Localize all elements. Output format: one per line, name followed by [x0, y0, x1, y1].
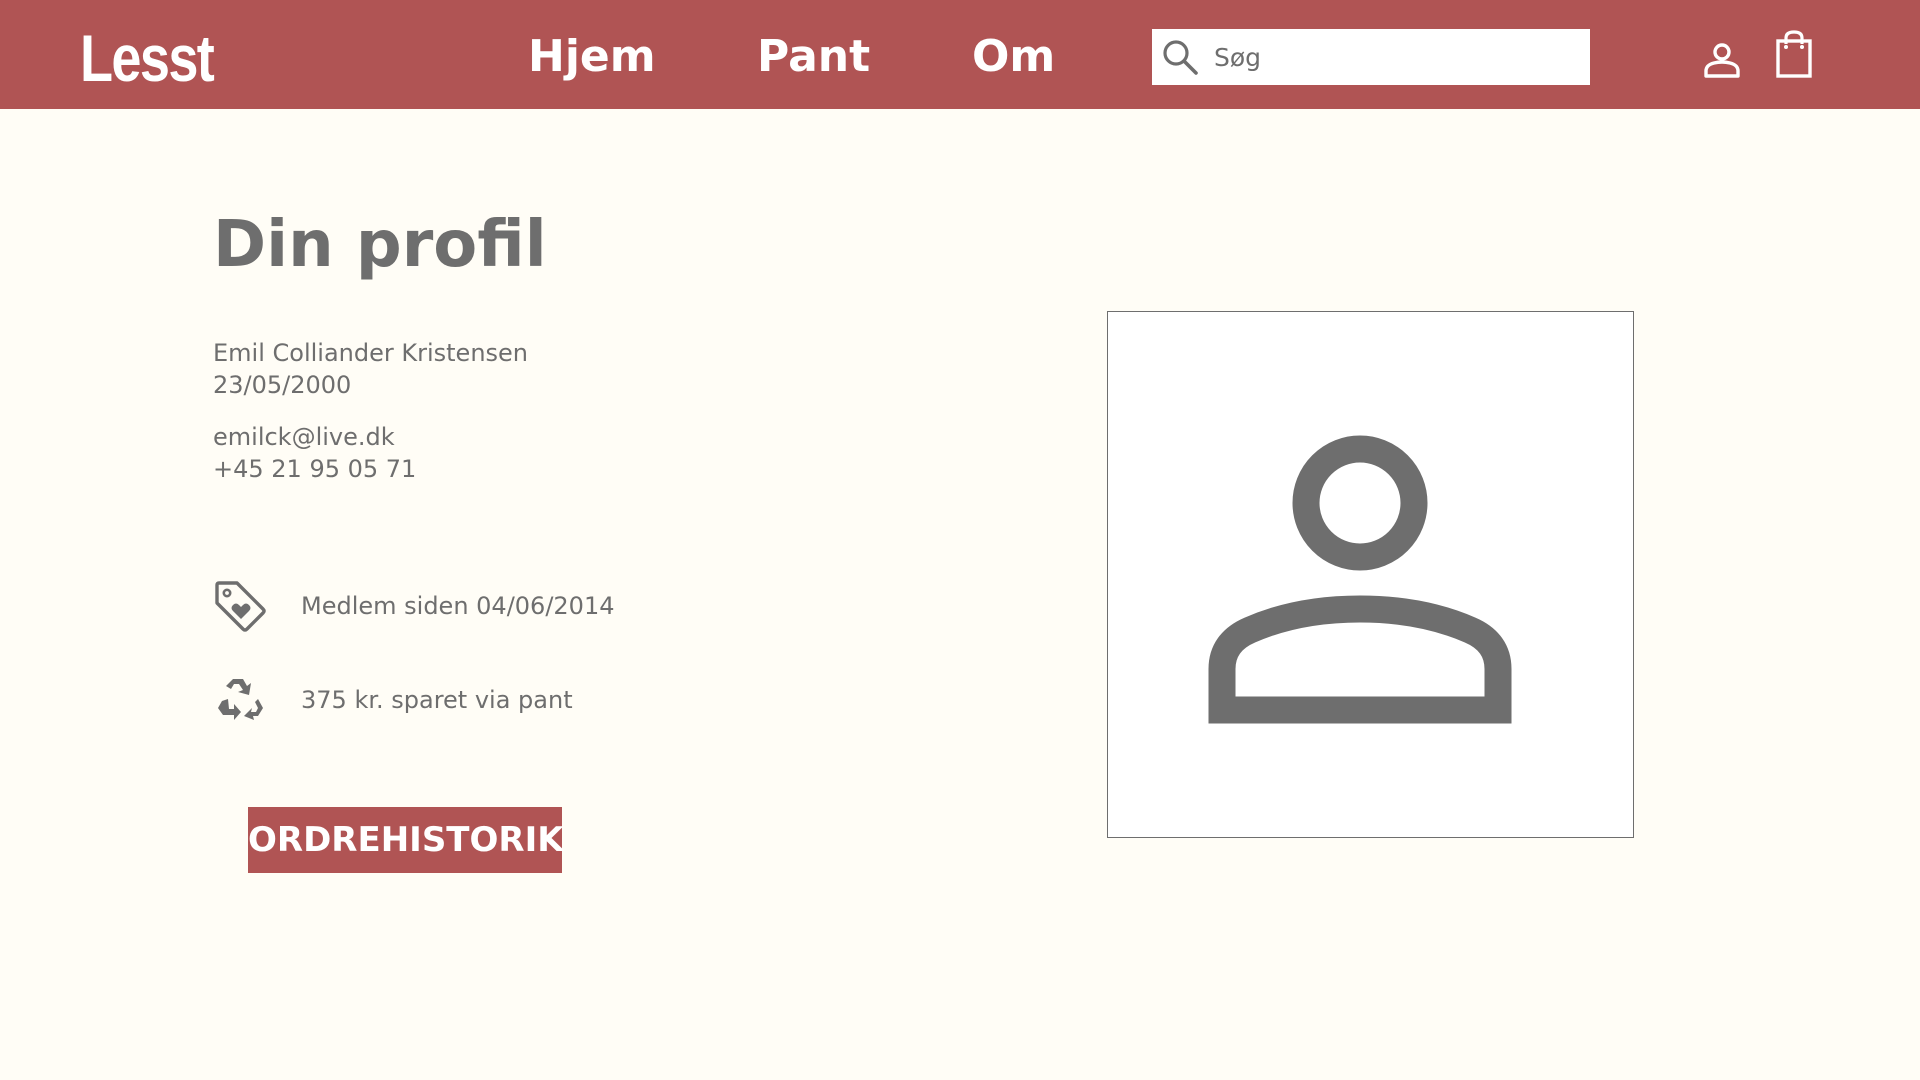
member-since-text: Medlem siden 04/06/2014 — [301, 592, 615, 620]
order-history-button[interactable]: ORDREHISTORIK — [248, 807, 564, 873]
tag-heart-icon — [215, 581, 266, 632]
top-navbar: Lesst Hjem Pant Om — [0, 0, 1920, 109]
saved-via-pant-text: 375 kr. sparet via pant — [301, 686, 573, 714]
logo[interactable]: Lesst — [80, 20, 215, 96]
account-icon[interactable] — [1702, 40, 1742, 80]
search-box — [1152, 29, 1590, 85]
nav-link-about[interactable]: Om — [972, 30, 1055, 84]
search-input[interactable] — [1214, 29, 1584, 85]
profile-phone: +45 21 95 05 71 — [213, 455, 417, 483]
user-avatar-icon — [1208, 435, 1512, 724]
profile-name: Emil Colliander Kristensen — [213, 339, 529, 367]
page-title: Din profil — [213, 208, 547, 282]
profile-email: emilck@live.dk — [213, 423, 395, 451]
nav-link-pant[interactable]: Pant — [757, 30, 870, 84]
profile-picture[interactable] — [1107, 311, 1634, 838]
profile-birthdate: 23/05/2000 — [213, 371, 352, 399]
search-icon[interactable] — [1160, 37, 1200, 77]
shopping-bag-icon[interactable] — [1774, 30, 1814, 80]
nav-link-home[interactable]: Hjem — [528, 30, 656, 84]
recycle-icon — [218, 679, 263, 720]
